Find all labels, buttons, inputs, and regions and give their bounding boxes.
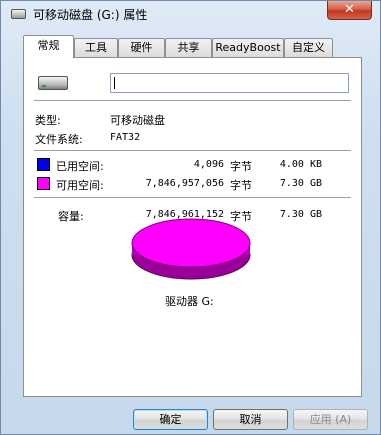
apply-button[interactable]: 应用 (A) bbox=[293, 409, 368, 430]
drive-icon bbox=[38, 76, 68, 90]
separator bbox=[34, 100, 351, 101]
tab-readyboost[interactable]: ReadyBoost bbox=[212, 38, 284, 57]
disk-usage-pie bbox=[131, 218, 251, 280]
free-space-swatch bbox=[37, 177, 50, 190]
type-label: 类型: bbox=[35, 114, 61, 127]
free-space-unit: 字节 bbox=[230, 179, 252, 192]
used-space-label: 已用空间: bbox=[56, 160, 104, 173]
tab-hardware[interactable]: 硬件 bbox=[118, 38, 165, 57]
ok-button[interactable]: 确定 bbox=[133, 409, 208, 430]
tab-sharing[interactable]: 共享 bbox=[165, 38, 212, 57]
used-space-bytes: 4,096 bbox=[193, 159, 224, 170]
free-space-size: 7.30 GB bbox=[279, 178, 322, 189]
window-title: 可移动磁盘 (G:) 属性 bbox=[33, 8, 148, 22]
capacity-label: 容量: bbox=[58, 210, 84, 223]
tab-tools[interactable]: 工具 bbox=[74, 38, 118, 57]
capacity-size: 7.30 GB bbox=[279, 209, 322, 220]
close-button[interactable]: ✕ bbox=[327, 1, 372, 20]
filesystem-value: FAT32 bbox=[110, 132, 141, 143]
volume-name-input[interactable] bbox=[110, 73, 349, 93]
separator bbox=[34, 150, 351, 151]
properties-window: 可移动磁盘 (G:) 属性 ✕ 常规 工具 硬件 共享 ReadyBoost 自… bbox=[0, 0, 381, 435]
tab-general[interactable]: 常规 bbox=[23, 35, 74, 58]
free-space-bytes: 7,846,957,056 bbox=[145, 178, 224, 189]
used-space-swatch bbox=[37, 158, 50, 171]
used-space-unit: 字节 bbox=[230, 160, 252, 173]
filesystem-label: 文件系统: bbox=[35, 133, 83, 146]
used-space-size: 4.00 KB bbox=[279, 159, 322, 170]
drive-label: 驱动器 G: bbox=[165, 295, 214, 308]
text-caret bbox=[114, 77, 115, 89]
separator bbox=[34, 197, 351, 198]
type-value: 可移动磁盘 bbox=[110, 114, 165, 127]
title-bar: 可移动磁盘 (G:) 属性 ✕ bbox=[1, 1, 380, 27]
general-panel: 类型: 可移动磁盘 文件系统: FAT32 已用空间: 4,096 字节 4.0… bbox=[23, 57, 362, 397]
cancel-button[interactable]: 取消 bbox=[213, 409, 288, 430]
removable-drive-icon bbox=[11, 9, 26, 19]
tab-customize[interactable]: 自定义 bbox=[284, 38, 333, 57]
free-space-label: 可用空间: bbox=[56, 179, 104, 192]
